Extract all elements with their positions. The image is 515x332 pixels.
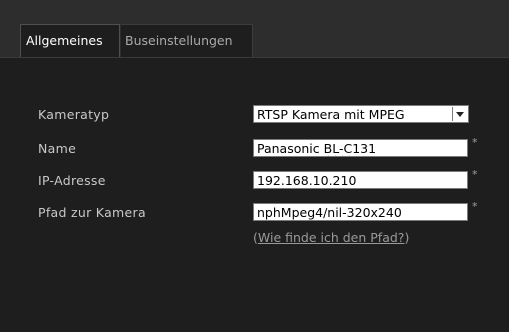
ip-address-field[interactable]: 192.168.10.210 — [253, 171, 468, 189]
help-close-paren: ) — [404, 230, 410, 245]
camera-path-required-mark: * — [472, 200, 478, 213]
tab-buseinstellungen[interactable]: Buseinstellungen — [121, 24, 253, 57]
name-value-misspelled: BL-C — [323, 141, 353, 156]
chevron-down-icon[interactable] — [452, 107, 467, 121]
window-edge — [509, 0, 515, 332]
camera-type-select[interactable]: RTSP Kamera mit MPEG — [253, 105, 469, 123]
camera-type-value: RTSP Kamera mit MPEG — [257, 107, 405, 122]
name-label: Name — [38, 141, 77, 156]
tab-bar: Allgemeines Buseinstellungen — [0, 0, 509, 57]
name-required-mark: * — [472, 136, 478, 149]
name-value-suffix: 131 — [352, 141, 377, 156]
camera-path-label: Pfad zur Kamera — [38, 205, 146, 220]
tab-divider — [0, 57, 509, 58]
name-field[interactable]: Panasonic BL-C131 — [253, 139, 468, 157]
camera-type-label: Kameratyp — [38, 107, 110, 122]
help-link-text[interactable]: Wie finde ich den Pfad? — [258, 230, 405, 245]
ip-address-label: IP-Adresse — [38, 173, 106, 188]
camera-path-field[interactable]: nphMpeg4/nil-320x240 — [253, 203, 468, 221]
tab-allgemeines[interactable]: Allgemeines — [20, 24, 120, 57]
camera-settings-panel: Allgemeines Buseinstellungen Kameratyp R… — [0, 0, 509, 332]
path-help-link[interactable]: (Wie finde ich den Pfad?) — [253, 230, 409, 245]
ip-address-required-mark: * — [472, 168, 478, 181]
name-value-prefix: Panasonic — [257, 141, 324, 156]
